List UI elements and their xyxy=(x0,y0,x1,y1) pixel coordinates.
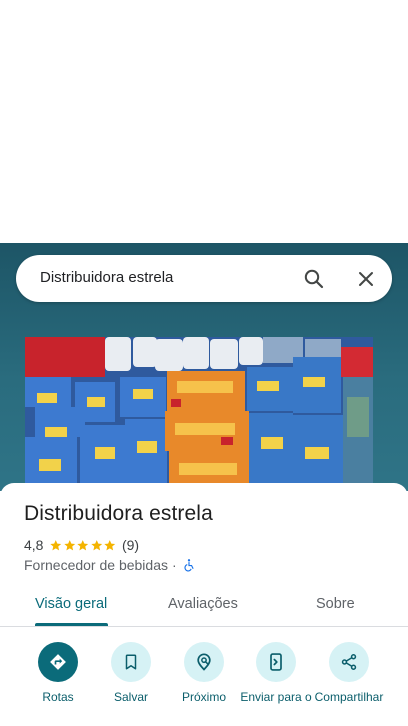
nearby-button[interactable]: Próximo xyxy=(168,642,240,705)
bookmark-icon xyxy=(111,642,151,682)
star-icon xyxy=(77,539,89,550)
nearby-label: Próximo xyxy=(181,690,226,704)
rating-value: 4,8 xyxy=(24,537,44,553)
rating-row[interactable]: 4,8 (9) xyxy=(24,536,139,554)
save-label: Salvar xyxy=(113,690,148,704)
search-bar[interactable]: Distribuidora estrela xyxy=(16,255,392,302)
star-icon xyxy=(64,539,76,550)
star-icon xyxy=(104,539,116,550)
map-area[interactable] xyxy=(0,0,408,243)
place-category: Fornecedor de bebidas xyxy=(24,557,168,573)
rating-stars xyxy=(49,539,117,552)
directions-icon xyxy=(38,642,78,682)
search-icon[interactable] xyxy=(302,267,326,291)
share-label: Compartilhar xyxy=(314,690,384,704)
wheelchair-icon xyxy=(184,559,194,572)
share-icon xyxy=(329,642,369,682)
search-input[interactable]: Distribuidora estrela xyxy=(40,269,173,286)
category-row: Fornecedor de bebidas · xyxy=(24,557,196,573)
star-icon xyxy=(91,539,103,550)
separator-dot: · xyxy=(172,557,177,573)
share-button[interactable]: Compartilhar xyxy=(313,642,385,705)
send-to-phone-label: Enviar para o xyxy=(240,690,312,704)
send-to-phone-button[interactable]: Enviar para o xyxy=(240,642,312,705)
directions-label: Rotas xyxy=(42,690,74,704)
place-photo[interactable] xyxy=(25,337,373,491)
review-count[interactable]: (9) xyxy=(122,537,139,553)
tab-about[interactable]: Sobre xyxy=(316,596,355,612)
save-button[interactable]: Salvar xyxy=(95,642,167,705)
tab-overview[interactable]: Visão geral xyxy=(35,596,107,612)
directions-button[interactable]: Rotas xyxy=(22,642,94,705)
tab-reviews[interactable]: Avaliações xyxy=(168,596,238,612)
close-icon[interactable] xyxy=(354,267,378,291)
send-to-phone-icon xyxy=(256,642,296,682)
nearby-icon xyxy=(184,642,224,682)
star-icon xyxy=(50,539,62,550)
place-title: Distribuidora estrela xyxy=(24,502,213,525)
tab-divider xyxy=(0,626,408,627)
